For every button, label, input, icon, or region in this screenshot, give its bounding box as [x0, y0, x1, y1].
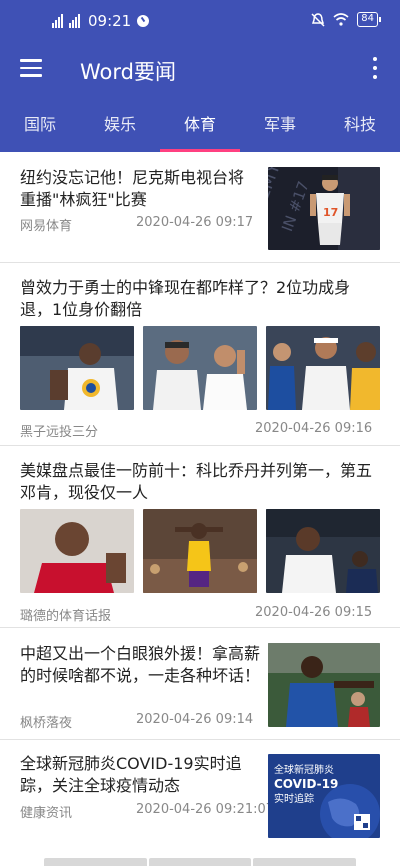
news-title: 中超又出一个白眼狼外援！拿高薪的时候啥都不说，一走各种坏话！ — [20, 644, 261, 685]
news-thumbnail[interactable] — [143, 509, 257, 593]
news-thumbnail[interactable] — [143, 326, 257, 410]
news-source: 枫桥落夜 — [20, 716, 73, 731]
tab-technology[interactable]: 科技 — [320, 96, 400, 152]
app-title: Word要闻 — [80, 60, 176, 84]
news-thumbnail[interactable] — [266, 326, 380, 410]
news-time: 2020-04-26 09:14 — [136, 712, 254, 727]
category-tabs: 国际 娱乐 体育 军事 科技 — [0, 96, 400, 152]
news-thumbnail[interactable]: REMY IN #17 17 — [268, 167, 380, 250]
news-thumbnail[interactable] — [268, 643, 380, 727]
next-item-peek — [0, 858, 400, 866]
news-title: 全球新冠肺炎COVID-19实时追踪，关注全球疫情动态 — [20, 754, 242, 795]
status-bar: 09:21 84 — [0, 0, 400, 44]
news-time: 2020-04-26 09:17 — [136, 215, 254, 230]
news-thumbnail[interactable]: 全球新冠肺炎 COVID-19 实时追踪 — [268, 754, 380, 838]
clock-icon — [137, 15, 150, 27]
mute-icon — [311, 12, 325, 27]
news-item[interactable]: 纽约没忘记他！尼克斯电视台将重播"林疯狂"比赛 网易体育 2020-04-26 … — [0, 152, 400, 263]
tab-sports[interactable]: 体育 — [160, 96, 240, 152]
news-thumbnail[interactable] — [266, 509, 380, 593]
news-source: 璐德的体育话报 — [20, 609, 112, 624]
news-item[interactable]: 美媒盘点最佳一防前十：科比乔丹并列第一，第五邓肯，现役仅一人 璐德的体育话报 2… — [0, 446, 400, 628]
news-title: 纽约没忘记他！尼克斯电视台将重播"林疯狂"比赛 — [20, 168, 245, 209]
news-title: 曾效力于勇士的中锋现在都咋样了？2位功成身退，1位身价翻倍 — [20, 278, 351, 319]
tab-entertainment[interactable]: 娱乐 — [80, 96, 160, 152]
signal-icon — [69, 14, 80, 28]
menu-icon[interactable] — [20, 59, 42, 77]
news-item[interactable]: 全球新冠肺炎COVID-19实时追踪，关注全球疫情动态 健康资讯 2020-04… — [0, 740, 400, 852]
news-time: 2020-04-26 09:16 — [255, 421, 373, 436]
news-source: 网易体育 — [20, 219, 73, 234]
tab-military[interactable]: 军事 — [240, 96, 320, 152]
news-source: 黑子远投三分 — [20, 425, 99, 440]
thumb-headline-line3: 实时追踪 — [274, 792, 314, 805]
news-title: 美媒盘点最佳一防前十：科比乔丹并列第一，第五邓肯，现役仅一人 — [20, 461, 373, 502]
news-thumbnail[interactable] — [20, 326, 134, 410]
app-bar: Word要闻 — [0, 44, 400, 96]
clock-time: 09:21 — [88, 12, 132, 30]
more-options-icon[interactable] — [372, 57, 378, 79]
thumb-headline-line2: COVID-19 — [274, 777, 338, 791]
news-time: 2020-04-26 09:15 — [255, 605, 373, 620]
news-item[interactable]: 中超又出一个白眼狼外援！拿高薪的时候啥都不说，一走各种坏话！ 枫桥落夜 2020… — [0, 628, 400, 740]
signal-icon — [52, 14, 63, 28]
thumb-headline-line1: 全球新冠肺炎 — [274, 763, 334, 776]
news-item[interactable]: 曾效力于勇士的中锋现在都咋样了？2位功成身退，1位身价翻倍 黑子远投三分 202… — [0, 263, 400, 446]
wifi-icon — [333, 13, 349, 26]
news-time: 2020-04-26 09:21:07 — [136, 802, 275, 817]
jersey-number: 17 — [323, 206, 338, 219]
battery-icon: 84 — [357, 12, 381, 27]
news-source: 健康资讯 — [20, 806, 73, 821]
tab-international[interactable]: 国际 — [0, 96, 80, 152]
news-thumbnail[interactable] — [20, 509, 134, 593]
